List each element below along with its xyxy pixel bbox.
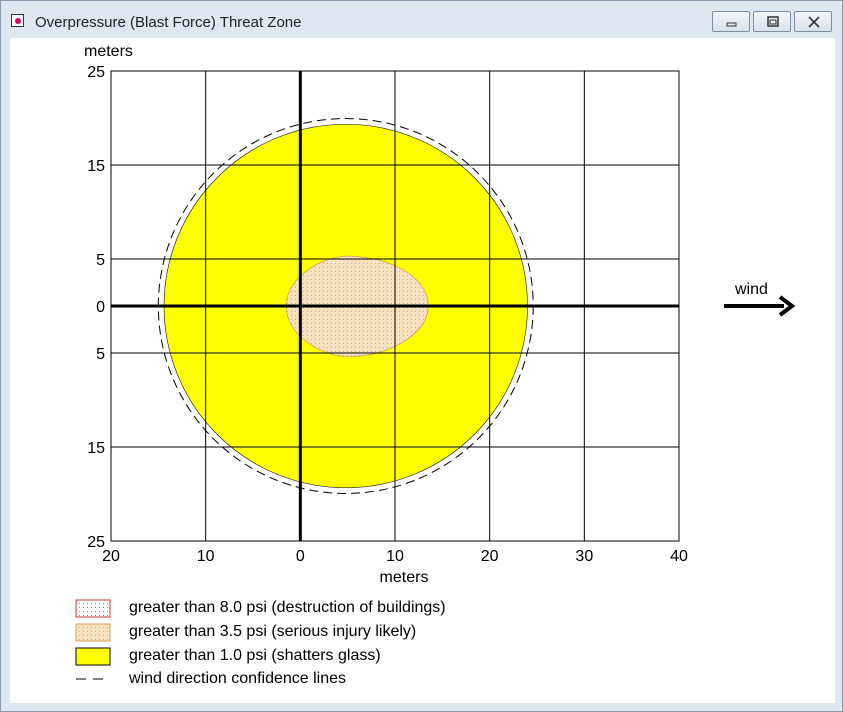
legend-swatch-8psi [75,599,111,618]
close-icon [808,16,820,28]
wind-indicator: wind [724,281,796,317]
maximize-icon [767,16,779,27]
plot-area: 20 10 0 10 20 30 40 25 15 5 0 5 15 25 meters meters w… [10,38,835,703]
y-tick-label: 15 [87,440,105,457]
threat-zone-chart: 20 10 0 10 20 30 4025155051525 meters meters w… [75,43,796,687]
window-title: Overpressure (Blast Force) Threat Zone [35,14,302,31]
x-tick-label: 20 [481,548,499,565]
y-tick-label: 0 [96,299,105,316]
app-icon[interactable] [11,14,24,27]
y-tick-label: 15 [87,158,105,175]
x-axis-label: meters [380,569,429,586]
legend-swatch-3-5psi [75,623,111,642]
legend-label-3-5psi: greater than 3.5 psi (serious injury lik… [129,623,416,640]
legend-swatch-1psi [75,647,111,666]
maximize-button[interactable] [753,11,791,32]
x-tick-label: 10 [197,548,215,565]
title-bar[interactable]: Overpressure (Blast Force) Threat Zone [1,1,842,37]
legend-label-confidence: wind direction confidence lines [128,670,346,687]
legend-label-8psi: greater than 8.0 psi (destruction of bui… [129,599,446,616]
y-tick-label: 5 [96,252,105,269]
legend: greater than 8.0 psi (destruction of bui… [75,599,446,687]
threat-zone-window: Overpressure (Blast Force) Threat Zone 2… [0,0,843,712]
x-tick-label: 40 [670,548,688,565]
legend-label-1psi: greater than 1.0 psi (shatters glass) [129,647,381,664]
wind-label: wind [734,281,768,298]
x-tick-label: 30 [575,548,593,565]
minimize-icon [726,22,737,27]
y-tick-label: 25 [87,64,105,81]
y-axis-label: meters [84,43,133,60]
minimize-button[interactable] [712,11,750,32]
x-tick-label: 0 [296,548,305,565]
close-button[interactable] [794,11,832,32]
y-tick-label: 25 [87,534,105,551]
x-tick-label: 10 [386,548,404,565]
y-tick-label: 5 [96,346,105,363]
